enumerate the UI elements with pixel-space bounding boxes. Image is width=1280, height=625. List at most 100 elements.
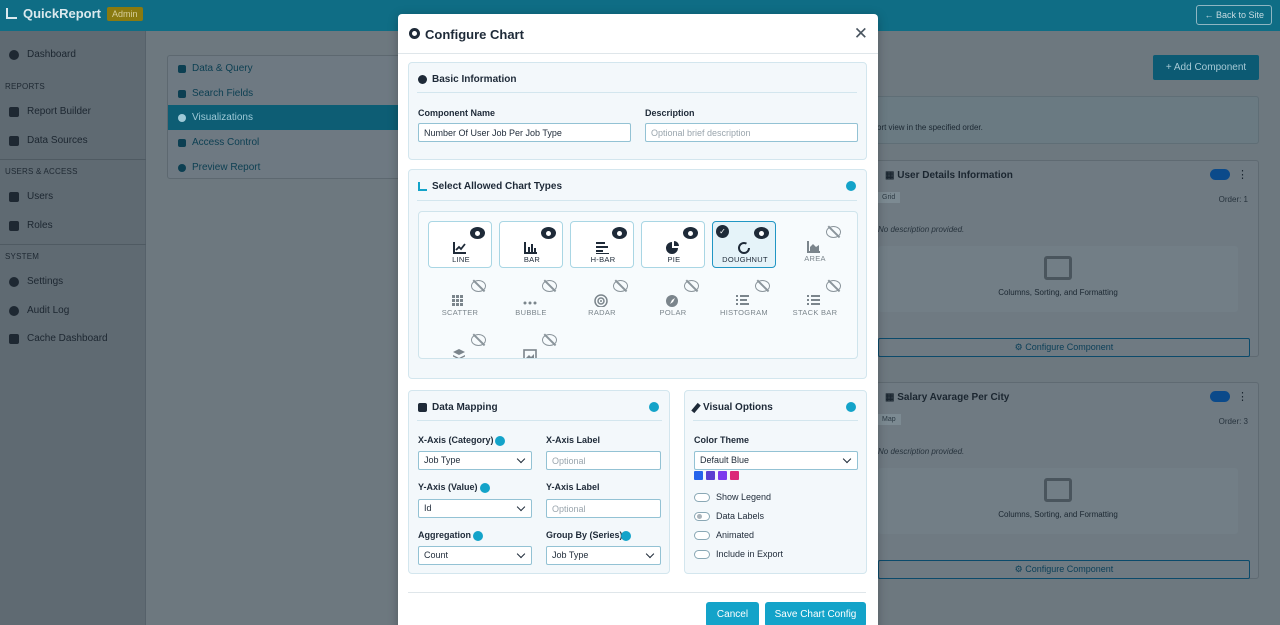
chart-type-bubble[interactable]: BUBBLE [499, 275, 563, 322]
sidebar-item-roles[interactable]: Roles [9, 220, 53, 231]
tab-search-fields[interactable]: Search Fields [168, 81, 402, 106]
chart-type-line[interactable]: LINE [428, 221, 492, 268]
section-title-text: Basic Information [432, 74, 517, 85]
sidebar-item-report-builder[interactable]: Report Builder [9, 106, 91, 117]
group-by-select[interactable]: Job Type [546, 546, 661, 565]
chart-type-histogram[interactable]: HISTOGRAM [712, 275, 776, 322]
chart-type-bar[interactable]: BAR [499, 221, 563, 268]
chart-type-image[interactable] [499, 329, 563, 358]
y-axis-value-select[interactable]: Id [418, 499, 532, 518]
eye-slash-icon[interactable] [542, 334, 557, 346]
user-shield-icon [9, 220, 19, 231]
basic-information-section: Basic Information Component Name Descrip… [408, 62, 867, 160]
color-theme-select[interactable]: Default Blue [694, 451, 858, 470]
help-icon[interactable] [649, 402, 659, 412]
chart-type-polar[interactable]: POLAR [641, 275, 705, 322]
tab-label: Data & Query [192, 63, 253, 74]
aggregation-select[interactable]: Count [418, 546, 532, 565]
card-title-text: Salary Avarage Per City [897, 392, 1010, 403]
include-in-export-toggle[interactable]: Include in Export [694, 549, 783, 559]
sidebar-item-data-sources[interactable]: Data Sources [9, 135, 88, 146]
close-icon[interactable]: ✕ [854, 24, 868, 44]
data-labels-toggle[interactable]: Data Labels [694, 511, 764, 521]
eye-icon[interactable] [541, 227, 556, 239]
radar-chart-icon [594, 294, 608, 307]
help-icon[interactable] [621, 531, 631, 541]
description-field[interactable] [645, 123, 858, 142]
cancel-button[interactable]: Cancel [706, 602, 759, 625]
report-logo-icon [6, 8, 17, 19]
card-enabled-toggle[interactable] [1210, 391, 1230, 402]
toggle-switch[interactable] [694, 511, 710, 521]
sidebar-item-label: Cache Dashboard [27, 333, 108, 344]
configure-component-button[interactable]: ⚙ Configure Component [878, 338, 1250, 357]
x-axis-label-field[interactable] [546, 451, 661, 470]
eye-slash-icon[interactable] [613, 280, 628, 292]
chart-type-layers[interactable] [428, 329, 492, 358]
help-icon[interactable] [846, 402, 856, 412]
eye-slash-icon[interactable] [755, 280, 770, 292]
eye-icon[interactable] [612, 227, 627, 239]
configure-component-label: Configure Component [1025, 342, 1114, 352]
tools-icon [9, 106, 19, 117]
help-icon[interactable] [480, 483, 490, 493]
eye-icon[interactable] [683, 227, 698, 239]
toggle-switch[interactable] [694, 492, 710, 502]
eye-slash-icon[interactable] [471, 280, 486, 292]
card-enabled-toggle[interactable] [1210, 169, 1230, 180]
eye-icon[interactable] [754, 227, 769, 239]
show-legend-toggle[interactable]: Show Legend [694, 492, 771, 502]
chart-type-stack-bar[interactable]: STACK BAR [783, 275, 847, 322]
bar-chart-icon [524, 242, 537, 254]
save-chart-config-button[interactable]: Save Chart Config [765, 602, 866, 625]
chart-type-area[interactable]: AREA [783, 221, 847, 268]
database-icon [178, 64, 186, 73]
animated-toggle[interactable]: Animated [694, 530, 754, 540]
component-name-field[interactable] [418, 123, 631, 142]
sidebar-item-audit-log[interactable]: Audit Log [9, 305, 69, 316]
sidebar-item-cache-dashboard[interactable]: Cache Dashboard [9, 333, 108, 344]
eye-slash-icon[interactable] [542, 280, 557, 292]
help-icon[interactable] [495, 436, 505, 446]
sidebar-divider [0, 244, 146, 245]
chart-type-scatter[interactable]: SCATTER [428, 275, 492, 322]
chart-type-doughnut[interactable]: ✓ DOUGHNUT [712, 221, 776, 268]
eye-slash-icon[interactable] [826, 280, 841, 292]
chart-type-label: PIE [667, 255, 681, 264]
sidebar-item-dashboard[interactable]: Dashboard [9, 49, 76, 60]
more-options-icon[interactable]: ⋮ [1237, 168, 1248, 181]
sidebar-item-label: Users [27, 191, 54, 202]
x-axis-category-select[interactable]: Job Type [418, 451, 532, 470]
more-options-icon[interactable]: ⋮ [1237, 390, 1248, 403]
sidebar-item-settings[interactable]: Settings [9, 276, 63, 287]
y-axis-label-field[interactable] [546, 499, 661, 518]
tab-preview-report[interactable]: Preview Report [168, 155, 402, 180]
role-badge: Admin [107, 6, 143, 21]
chart-type-label: RADAR [588, 308, 616, 317]
sidebar-item-label: Dashboard [27, 49, 76, 60]
eye-slash-icon[interactable] [684, 280, 699, 292]
toggle-switch[interactable] [694, 549, 710, 559]
sidebar-item-users[interactable]: Users [9, 191, 53, 202]
chart-type-radar[interactable]: RADAR [570, 275, 634, 322]
add-component-button[interactable]: + Add Component [1153, 55, 1259, 80]
tab-access-control[interactable]: Access Control [168, 130, 402, 155]
help-icon[interactable] [846, 181, 856, 191]
hbar-chart-icon [596, 242, 609, 254]
chart-type-hbar[interactable]: H-BAR [570, 221, 634, 268]
help-icon[interactable] [473, 531, 483, 541]
tab-data-query[interactable]: Data & Query [168, 56, 402, 81]
brand[interactable]: QuickReport Admin [6, 6, 143, 21]
tab-visualizations[interactable]: Visualizations [168, 105, 402, 130]
toggle-switch[interactable] [694, 530, 710, 540]
eye-icon [178, 163, 186, 172]
eye-slash-icon[interactable] [826, 226, 841, 238]
eye-slash-icon[interactable] [471, 334, 486, 346]
toggle-label: Include in Export [716, 549, 784, 559]
chart-type-pie[interactable]: PIE [641, 221, 705, 268]
back-to-site-button[interactable]: ← Back to Site [1196, 5, 1272, 25]
configure-chart-modal: Configure Chart ✕ Basic Information Comp… [398, 14, 878, 625]
configure-component-button[interactable]: ⚙ Configure Component [878, 560, 1250, 579]
gear-icon [409, 28, 420, 39]
eye-icon[interactable] [470, 227, 485, 239]
